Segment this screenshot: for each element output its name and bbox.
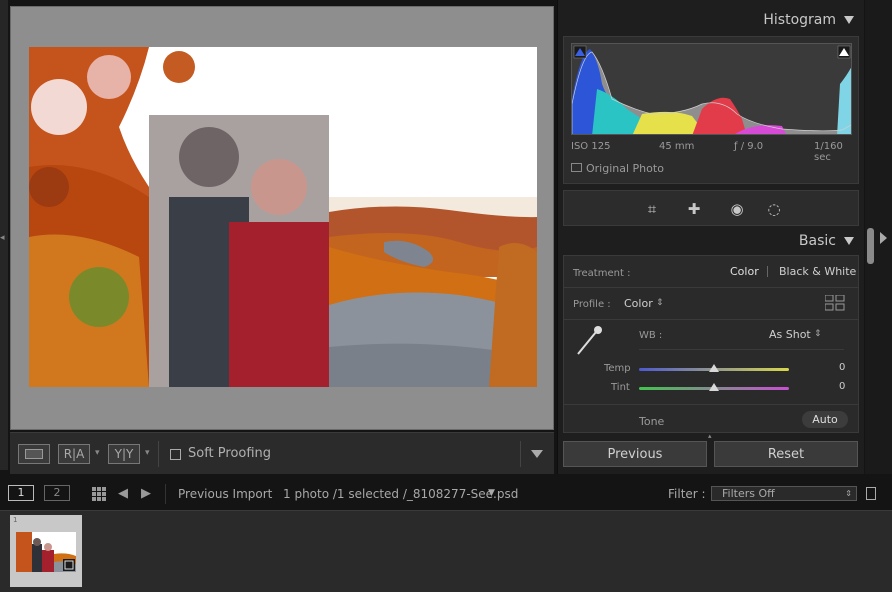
profile-dropdown-icon[interactable]: ⇕ [656,298,664,308]
tint-value[interactable]: 0 [839,381,845,392]
wb-select[interactable]: As Shot [769,328,811,341]
profile-label: Profile : [573,299,611,310]
selection-info[interactable]: 1 photo /1 selected /_8108277-See.psd [283,487,518,501]
toolbar-divider [158,441,159,467]
before-after-mode-label: Y|Y [114,447,134,461]
grid-view-icon[interactable] [92,486,106,501]
filter-select[interactable]: Filters Off ⇕ [711,486,857,501]
filmstrip-divider [165,484,166,504]
main-window-button[interactable]: 1 [8,485,34,501]
basic-divider-1 [564,287,858,288]
tone-label: Tone [639,415,665,428]
tint-label: Tint [611,382,630,393]
basic-collapse-icon[interactable] [844,237,854,245]
mode-dropdown-icon[interactable]: ▾ [145,448,150,458]
hist-iso: ISO 125 [571,141,611,152]
hist-aperture: ƒ / 9.0 [734,141,764,152]
filmstrip-thumbnail-cell[interactable]: 1 [10,515,82,587]
second-window-button[interactable]: 2 [44,485,70,501]
histogram-panel: ISO 125 45 mm ƒ / 9.0 1/160 sec Original… [563,36,859,184]
loupe-view-button[interactable] [18,444,50,464]
toolbar-divider-right [520,441,521,467]
basic-divider-2 [564,319,858,320]
forward-arrow-icon[interactable]: ▶ [141,486,151,501]
masking-icon[interactable]: ◌ [764,199,784,219]
scrollbar-thumb[interactable] [867,228,874,264]
source-dropdown-icon[interactable]: ▼ [488,488,495,498]
toolbar-options-icon[interactable] [531,450,543,458]
soft-proofing-label: Soft Proofing [188,446,272,461]
main-photo [29,47,537,387]
treatment-bw-option[interactable]: Black & White [779,265,856,278]
tool-strip: ⌗ ✚ ◉ ◌ [563,190,859,226]
filter-dropdown-icon: ⇕ [845,489,852,498]
before-after-mode-button[interactable]: Y|Y [108,444,140,464]
original-photo-checkbox[interactable] [571,163,582,172]
lightroom-develop-window: ◂ R|A ▾ Y|Y ▾ Soft Proofing Histogram IS… [0,0,892,592]
profile-select[interactable]: Color [624,297,653,310]
filter-label: Filter : [668,487,706,501]
right-panel-toggle-icon[interactable] [880,232,887,244]
loupe-view-icon [25,449,43,459]
auto-tone-button[interactable]: Auto [802,411,848,428]
treatment-color-option[interactable]: Color [730,265,759,278]
profile-browser-icon[interactable] [824,294,845,311]
basic-panel: Treatment : Color Black & White Profile … [563,255,859,433]
temp-slider-thumb[interactable] [709,364,719,372]
soft-proofing-checkbox[interactable] [170,449,181,460]
original-photo-label: Original Photo [586,162,664,175]
histogram-title: Histogram [763,12,836,28]
thumbnail-image [16,532,76,572]
filter-value: Filters Off [722,487,775,500]
wb-label: WB : [639,330,663,341]
before-after-button[interactable]: R|A [58,444,90,464]
previous-button[interactable]: Previous [563,441,707,467]
panel-scroll-indicator-icon: ▴ [708,432,712,440]
loupe-toolbar: R|A ▾ Y|Y ▾ Soft Proofing [10,432,554,474]
back-arrow-icon[interactable]: ◀ [118,486,128,501]
wb-eyedropper-icon[interactable] [574,324,604,358]
filmstrip: 1 [0,510,892,592]
tint-slider-thumb[interactable] [709,383,719,391]
photo-viewer[interactable] [10,6,554,430]
hist-shutter: 1/160 sec [814,141,843,163]
treatment-label: Treatment : [573,268,631,279]
basic-header[interactable]: Basic [799,233,854,249]
healing-icon[interactable]: ✚ [684,199,704,219]
before-after-label: R|A [63,447,85,461]
treatment-divider [767,266,768,277]
source-label[interactable]: Previous Import [178,487,272,501]
left-panel-toggle-icon[interactable]: ◂ [0,233,5,243]
filmstrip-header: 1 2 ◀ ▶ Previous Import 1 photo /1 selec… [0,478,892,510]
basic-title: Basic [798,233,836,249]
hist-focal-length: 45 mm [659,141,695,152]
develop-right-panel: Histogram ISO 125 45 mm ƒ / 9.0 1/160 se… [557,0,864,474]
before-after-dropdown-icon[interactable]: ▾ [95,448,100,458]
wb-dropdown-icon[interactable]: ⇕ [814,329,822,339]
basic-divider-3 [564,404,858,405]
wb-divider [639,349,844,350]
temp-label: Temp [604,363,631,374]
histogram-graph[interactable] [571,43,852,135]
temp-value[interactable]: 0 [839,362,845,373]
filter-lock-icon[interactable] [866,487,876,500]
reset-button[interactable]: Reset [714,441,858,467]
thumbnail-index: 1 [13,516,18,524]
histogram-header[interactable]: Histogram [763,12,854,28]
red-eye-icon[interactable]: ◉ [727,199,747,219]
right-panel-scrollbar[interactable] [865,0,892,474]
histogram-collapse-icon[interactable] [844,16,854,24]
crop-icon[interactable]: ⌗ [642,199,662,219]
